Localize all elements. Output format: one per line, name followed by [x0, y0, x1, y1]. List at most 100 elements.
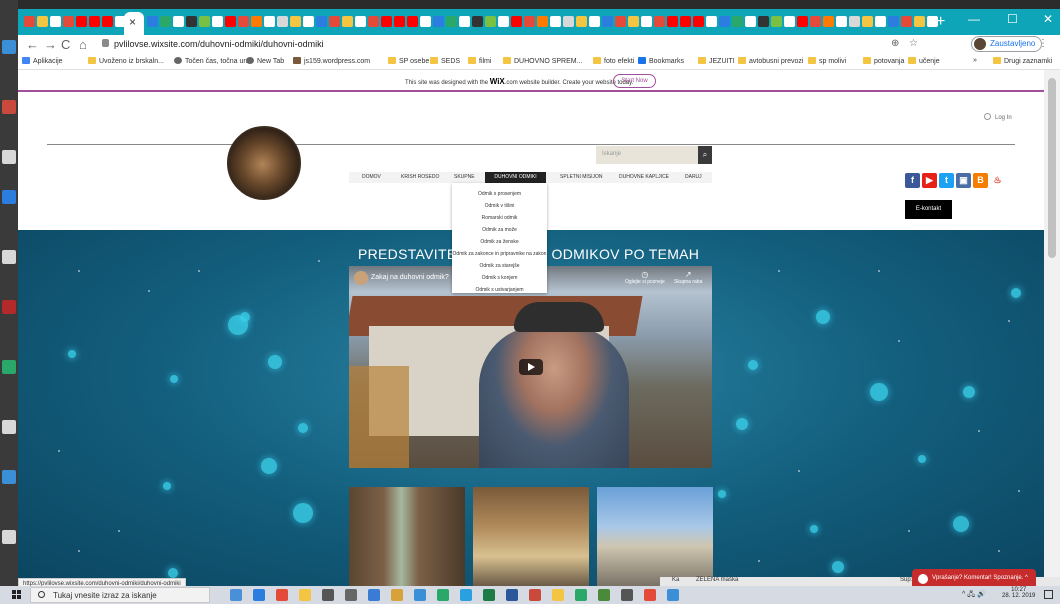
taskbar-app-icon[interactable] [230, 589, 242, 601]
tab-favicon[interactable] [849, 16, 860, 27]
login-link[interactable]: Log In [984, 113, 1012, 121]
bookmark-item[interactable]: » [973, 57, 977, 64]
taskbar-app-icon[interactable] [460, 589, 472, 601]
bookmark-item[interactable]: Uvoženo iz brskaln... [88, 57, 164, 65]
tab-favicon[interactable] [50, 16, 61, 27]
tab-favicon[interactable] [472, 16, 483, 27]
share-button[interactable]: ↗ Skupna raba [674, 270, 702, 285]
blogger-icon[interactable]: B [973, 173, 988, 188]
tab-favicon[interactable] [693, 16, 704, 27]
windows-start-icon[interactable] [12, 590, 22, 600]
bookmark-item[interactable]: foto efekti [593, 57, 634, 65]
bookmark-item[interactable]: učenje [908, 57, 940, 65]
tab-favicon[interactable] [212, 16, 223, 27]
taskbar-app-icon[interactable] [276, 589, 288, 601]
tab-favicon[interactable] [914, 16, 925, 27]
bookmark-item[interactable]: filmi [468, 57, 491, 65]
tab-favicon[interactable] [615, 16, 626, 27]
tab-favicon[interactable] [147, 16, 158, 27]
facebook-icon[interactable]: f [905, 173, 920, 188]
bookmark-item[interactable]: SP osebe [388, 57, 429, 65]
taskbar-app-icon[interactable] [368, 589, 380, 601]
nav-item-spletni-misijon[interactable]: SPLETNI MISIJON [560, 174, 603, 180]
desktop-icon[interactable] [2, 40, 16, 54]
dropdown-item[interactable]: Odmik za ženske [452, 239, 547, 245]
desktop-icon[interactable] [2, 150, 16, 164]
tab-favicon[interactable] [24, 16, 35, 27]
contact-button[interactable]: E-kontakt [905, 200, 952, 219]
zoom-icon[interactable]: ⊕ [891, 38, 899, 49]
taskbar-app-icon[interactable] [437, 589, 449, 601]
dropdown-item[interactable]: Odmik za zakonce in pripravnike na zakon [452, 251, 547, 257]
desktop-icon[interactable] [2, 190, 16, 204]
tab-favicon[interactable] [758, 16, 769, 27]
nav-item-krish[interactable]: KRISH ROSEDO [401, 174, 439, 180]
twitter-icon[interactable]: t [939, 173, 954, 188]
nav-item-skupne[interactable]: SKUPNE [454, 174, 475, 180]
tab-favicon[interactable] [524, 16, 535, 27]
back-icon[interactable]: ← [26, 37, 39, 52]
tab-favicon[interactable] [173, 16, 184, 27]
tab-favicon[interactable] [511, 16, 522, 27]
tab-favicon[interactable] [706, 16, 717, 27]
desktop-icon[interactable] [2, 300, 16, 314]
tab-favicon[interactable] [654, 16, 665, 27]
taskbar-app-icon[interactable] [575, 589, 587, 601]
tab-favicon[interactable] [199, 16, 210, 27]
taskbar-app-icon[interactable] [345, 589, 357, 601]
bookmark-item[interactable]: New Tab [246, 57, 284, 65]
tab-favicon[interactable] [368, 16, 379, 27]
taskbar-app-icon[interactable] [644, 589, 656, 601]
tab-favicon[interactable] [329, 16, 340, 27]
gallery-thumb[interactable] [597, 487, 713, 586]
tab-favicon[interactable] [810, 16, 821, 27]
tab-favicon[interactable] [901, 16, 912, 27]
tab-favicon[interactable] [407, 16, 418, 27]
tab-favicon[interactable] [316, 16, 327, 27]
taskbar-search-input[interactable]: Tukaj vnesite izraz za iskanje [30, 587, 210, 603]
desktop-icon[interactable] [2, 420, 16, 434]
tab-favicon[interactable] [238, 16, 249, 27]
tab-favicon[interactable] [732, 16, 743, 27]
tab-favicon[interactable] [89, 16, 100, 27]
scrollbar-thumb[interactable] [1048, 78, 1056, 258]
bookmark-item[interactable]: DUHOVNO SPREM... [503, 57, 582, 65]
tab-favicon[interactable] [498, 16, 509, 27]
video-title[interactable]: Zakaj na duhovni odmik? [371, 274, 449, 281]
bookmark-item[interactable]: avtobusni prevozi [738, 57, 803, 65]
tab-favicon[interactable] [875, 16, 886, 27]
close-tab-icon[interactable]: × [129, 15, 136, 29]
taskbar-app-icon[interactable] [598, 589, 610, 601]
search-input[interactable]: Iskanje [596, 146, 698, 164]
bookmark-item[interactable]: js159.wordpress.com [293, 57, 370, 65]
tab-favicon[interactable] [102, 16, 113, 27]
taskbar-app-icon[interactable] [552, 589, 564, 601]
page-scrollbar[interactable] [1044, 70, 1060, 586]
tab-favicon[interactable] [381, 16, 392, 27]
taskbar-app-icon[interactable] [667, 589, 679, 601]
profile-button[interactable]: Zaustavljeno [971, 36, 1043, 52]
tab-favicon[interactable] [836, 16, 847, 27]
clock[interactable]: 10:27 28. 12. 2019 [1002, 587, 1035, 599]
notifications-icon[interactable] [1044, 590, 1053, 599]
close-window-button[interactable]: ✕ [1043, 12, 1053, 26]
tab-favicon[interactable] [680, 16, 691, 27]
channel-avatar[interactable] [354, 271, 368, 285]
tab-favicon[interactable] [251, 16, 262, 27]
minimize-button[interactable]: — [968, 12, 980, 26]
taskbar-app-icon[interactable] [483, 589, 495, 601]
tab-favicon[interactable] [862, 16, 873, 27]
nav-item-kapljice[interactable]: DUHOVNE KAPLJICE [619, 174, 669, 180]
star-icon[interactable]: ☆ [909, 38, 918, 49]
tab-favicon[interactable] [927, 16, 938, 27]
menu-icon[interactable]: ⋮ [1038, 38, 1048, 49]
tab-favicon[interactable] [745, 16, 756, 27]
site-logo[interactable] [227, 126, 301, 200]
taskbar-app-icon[interactable] [253, 589, 265, 601]
tab-favicon[interactable] [719, 16, 730, 27]
gallery-thumb[interactable] [349, 487, 465, 586]
desktop-icon[interactable] [2, 470, 16, 484]
bookmark-item[interactable]: Aplikacije [22, 57, 63, 65]
play-icon[interactable] [519, 359, 543, 375]
desktop-icon[interactable] [2, 530, 16, 544]
